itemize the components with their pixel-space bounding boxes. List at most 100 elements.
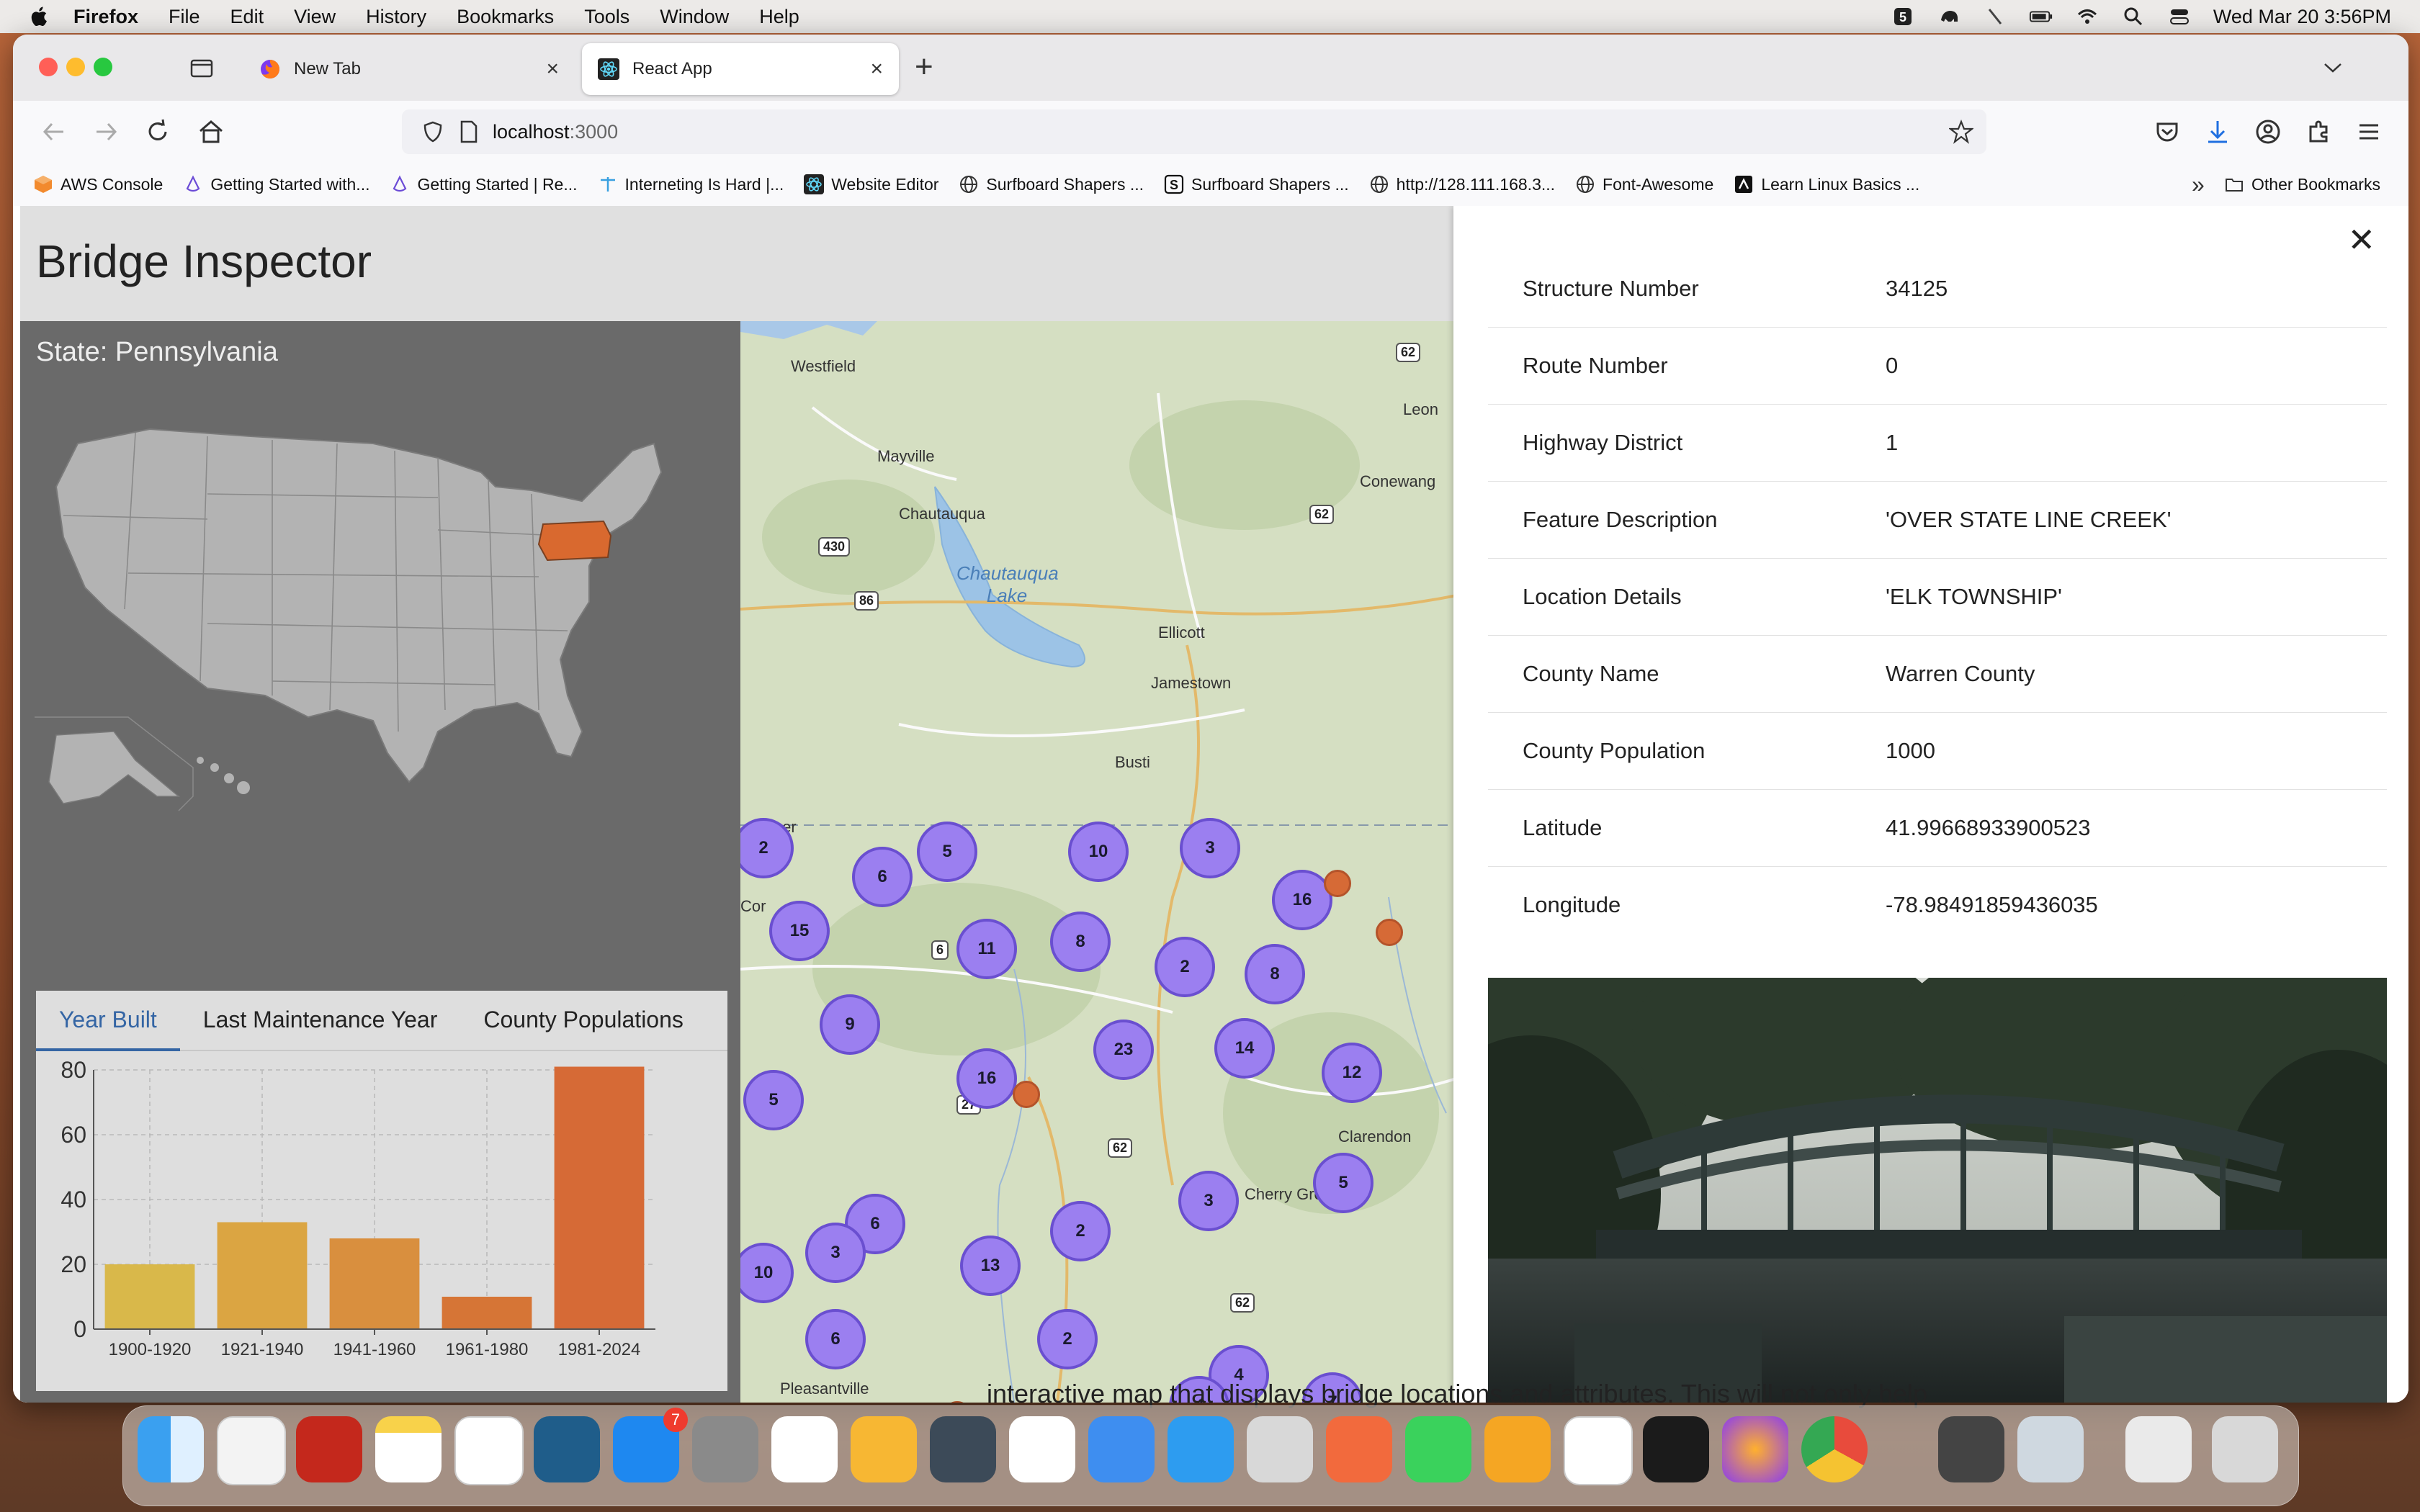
status-creature-icon[interactable] [1937, 6, 1961, 27]
bridge-cluster-marker[interactable]: 23 [1093, 1020, 1154, 1080]
us-state-map[interactable] [35, 393, 726, 840]
bridge-cluster-marker[interactable]: 5 [917, 822, 977, 882]
bridge-cluster-marker[interactable]: 3 [1180, 818, 1240, 878]
map-view[interactable]: Westfield Mayville Chautauqua Chautauqua La… [740, 321, 1461, 1403]
tab-overview-icon[interactable] [189, 56, 215, 79]
pen-app-icon[interactable] [1326, 1416, 1392, 1482]
menu-tools[interactable]: Tools [584, 6, 629, 28]
list-all-tabs-chevron-icon[interactable] [2322, 60, 2344, 75]
close-tab-icon[interactable]: × [546, 57, 559, 81]
finder-icon[interactable] [138, 1416, 204, 1482]
tab-county-populations[interactable]: County Populations [460, 991, 707, 1048]
bridge-cluster-marker[interactable]: 12 [1322, 1043, 1382, 1103]
close-window-button[interactable] [39, 58, 58, 76]
bridge-cluster-marker[interactable]: 10 [1068, 822, 1129, 882]
menu-window[interactable]: Window [660, 6, 729, 28]
sketch-icon[interactable] [851, 1416, 917, 1482]
zoom-window-button[interactable] [94, 58, 112, 76]
forward-arrow-icon[interactable] [91, 117, 121, 147]
bridge-cluster-marker[interactable]: 14 [1214, 1018, 1275, 1079]
reload-icon[interactable] [143, 117, 173, 147]
trash-icon[interactable] [2212, 1416, 2278, 1482]
bookmark-getting-started-re[interactable]: Getting Started | Re... [390, 174, 578, 194]
hamburger-menu-icon[interactable] [2354, 117, 2384, 147]
bridge-cluster-marker[interactable]: 16 [956, 1048, 1017, 1109]
more-bookmarks-chevron-icon[interactable]: » [2192, 171, 2205, 198]
downloads-stack-icon[interactable] [2125, 1416, 2192, 1482]
freeform-icon[interactable] [454, 1416, 524, 1485]
bookmark-font-awesome[interactable]: Font-Awesome [1575, 174, 1713, 194]
pages-icon[interactable] [1484, 1416, 1551, 1482]
bridge-cluster-marker[interactable]: 3 [1178, 1171, 1239, 1231]
preview-icon[interactable] [2017, 1416, 2084, 1482]
close-tab-icon[interactable]: × [870, 57, 883, 81]
menu-history[interactable]: History [366, 6, 426, 28]
vscode-icon[interactable] [1564, 1416, 1633, 1485]
bridge-cluster-marker[interactable]: 9 [820, 994, 880, 1055]
tab-new-tab[interactable]: New Tab × [243, 43, 575, 95]
bridge-cluster-marker[interactable]: 8 [1245, 944, 1305, 1004]
bridge-cluster-marker[interactable]: 2 [1037, 1309, 1098, 1369]
bookmark-surfboard-shapers-1[interactable]: Surfboard Shapers ... [959, 174, 1144, 194]
downloads-icon[interactable] [2202, 117, 2233, 147]
keynote-icon[interactable] [1088, 1416, 1155, 1482]
bookmark-getting-started-with[interactable]: Getting Started with... [183, 174, 369, 194]
bookmark-interneting-is-hard[interactable]: Interneting Is Hard |... [598, 174, 784, 194]
bridge-cluster-marker[interactable]: 5 [743, 1070, 804, 1130]
calculator-icon[interactable] [1938, 1416, 2004, 1482]
atom-icon[interactable] [930, 1416, 996, 1482]
textedit-icon[interactable] [217, 1416, 286, 1485]
menu-edit[interactable]: Edit [230, 6, 264, 28]
home-icon[interactable] [196, 117, 226, 147]
safari-icon[interactable] [1168, 1416, 1234, 1482]
terminal-icon[interactable] [1643, 1416, 1709, 1482]
bookmark-website-editor[interactable]: Website Editor [804, 174, 938, 194]
bookmark-star-icon[interactable] [1949, 120, 1973, 144]
apple-icon[interactable] [27, 4, 52, 29]
menu-view[interactable]: View [294, 6, 336, 28]
launchpad-icon[interactable] [1247, 1416, 1313, 1482]
bridge-cluster-marker[interactable]: 11 [956, 919, 1017, 979]
other-bookmarks[interactable]: Other Bookmarks [2224, 174, 2380, 194]
spotlight-search-icon[interactable] [2121, 6, 2146, 27]
back-arrow-icon[interactable] [39, 117, 69, 147]
wifi-icon[interactable] [2075, 6, 2099, 27]
bookmark-aws-console[interactable]: AWS Console [33, 174, 163, 194]
new-tab-plus-icon[interactable]: + [915, 49, 933, 85]
minimize-window-button[interactable] [66, 58, 85, 76]
bridge-marker[interactable] [1324, 870, 1351, 897]
menu-file[interactable]: File [169, 6, 200, 28]
bridge-cluster-marker[interactable]: 2 [1050, 1201, 1111, 1261]
menu-help[interactable]: Help [759, 6, 799, 28]
extensions-icon[interactable] [2303, 117, 2334, 147]
url-bar[interactable]: localhost:3000 [402, 109, 1986, 154]
bookmark-learn-linux[interactable]: Learn Linux Basics ... [1734, 174, 1919, 194]
tab-last-maintenance-year[interactable]: Last Maintenance Year [180, 991, 461, 1048]
clock[interactable]: Wed Mar 20 3:56PM [2213, 6, 2391, 28]
chrome-icon[interactable] [1801, 1416, 1868, 1482]
tab-year-built[interactable]: Year Built [36, 991, 180, 1051]
bridge-cluster-marker[interactable]: 6 [852, 847, 913, 907]
bridge-cluster-marker[interactable]: 15 [769, 901, 830, 961]
bridge-cluster-marker[interactable]: 2 [1155, 937, 1215, 997]
status-slash-icon[interactable] [1983, 6, 2007, 27]
slack-icon[interactable] [771, 1416, 838, 1482]
status-s-icon[interactable]: 5 [1891, 6, 1915, 27]
mysql-workbench-icon[interactable] [534, 1416, 600, 1482]
system-settings-icon[interactable] [692, 1416, 758, 1482]
firefox-dock-icon[interactable] [1722, 1416, 1788, 1482]
acrobat-icon[interactable] [296, 1416, 362, 1482]
bridge-cluster-marker[interactable]: 3 [805, 1223, 866, 1283]
menu-firefox[interactable]: Firefox [73, 6, 138, 28]
bridge-cluster-marker[interactable]: 5 [1313, 1153, 1373, 1213]
control-center-icon[interactable] [2167, 6, 2192, 27]
bridge-marker[interactable] [1013, 1081, 1040, 1108]
battery-icon[interactable] [2029, 6, 2053, 27]
bridge-cluster-marker[interactable]: 6 [805, 1309, 866, 1369]
bookmark-surfboard-shapers-2[interactable]: S Surfboard Shapers ... [1164, 174, 1349, 194]
bridge-cluster-marker[interactable]: 13 [960, 1236, 1021, 1296]
tab-react-app[interactable]: React App × [582, 43, 899, 95]
pocket-icon[interactable] [2152, 117, 2182, 147]
bridge-cluster-marker[interactable]: 16 [1272, 870, 1332, 930]
bookmark-ip-address[interactable]: http://128.111.168.3... [1369, 174, 1555, 194]
